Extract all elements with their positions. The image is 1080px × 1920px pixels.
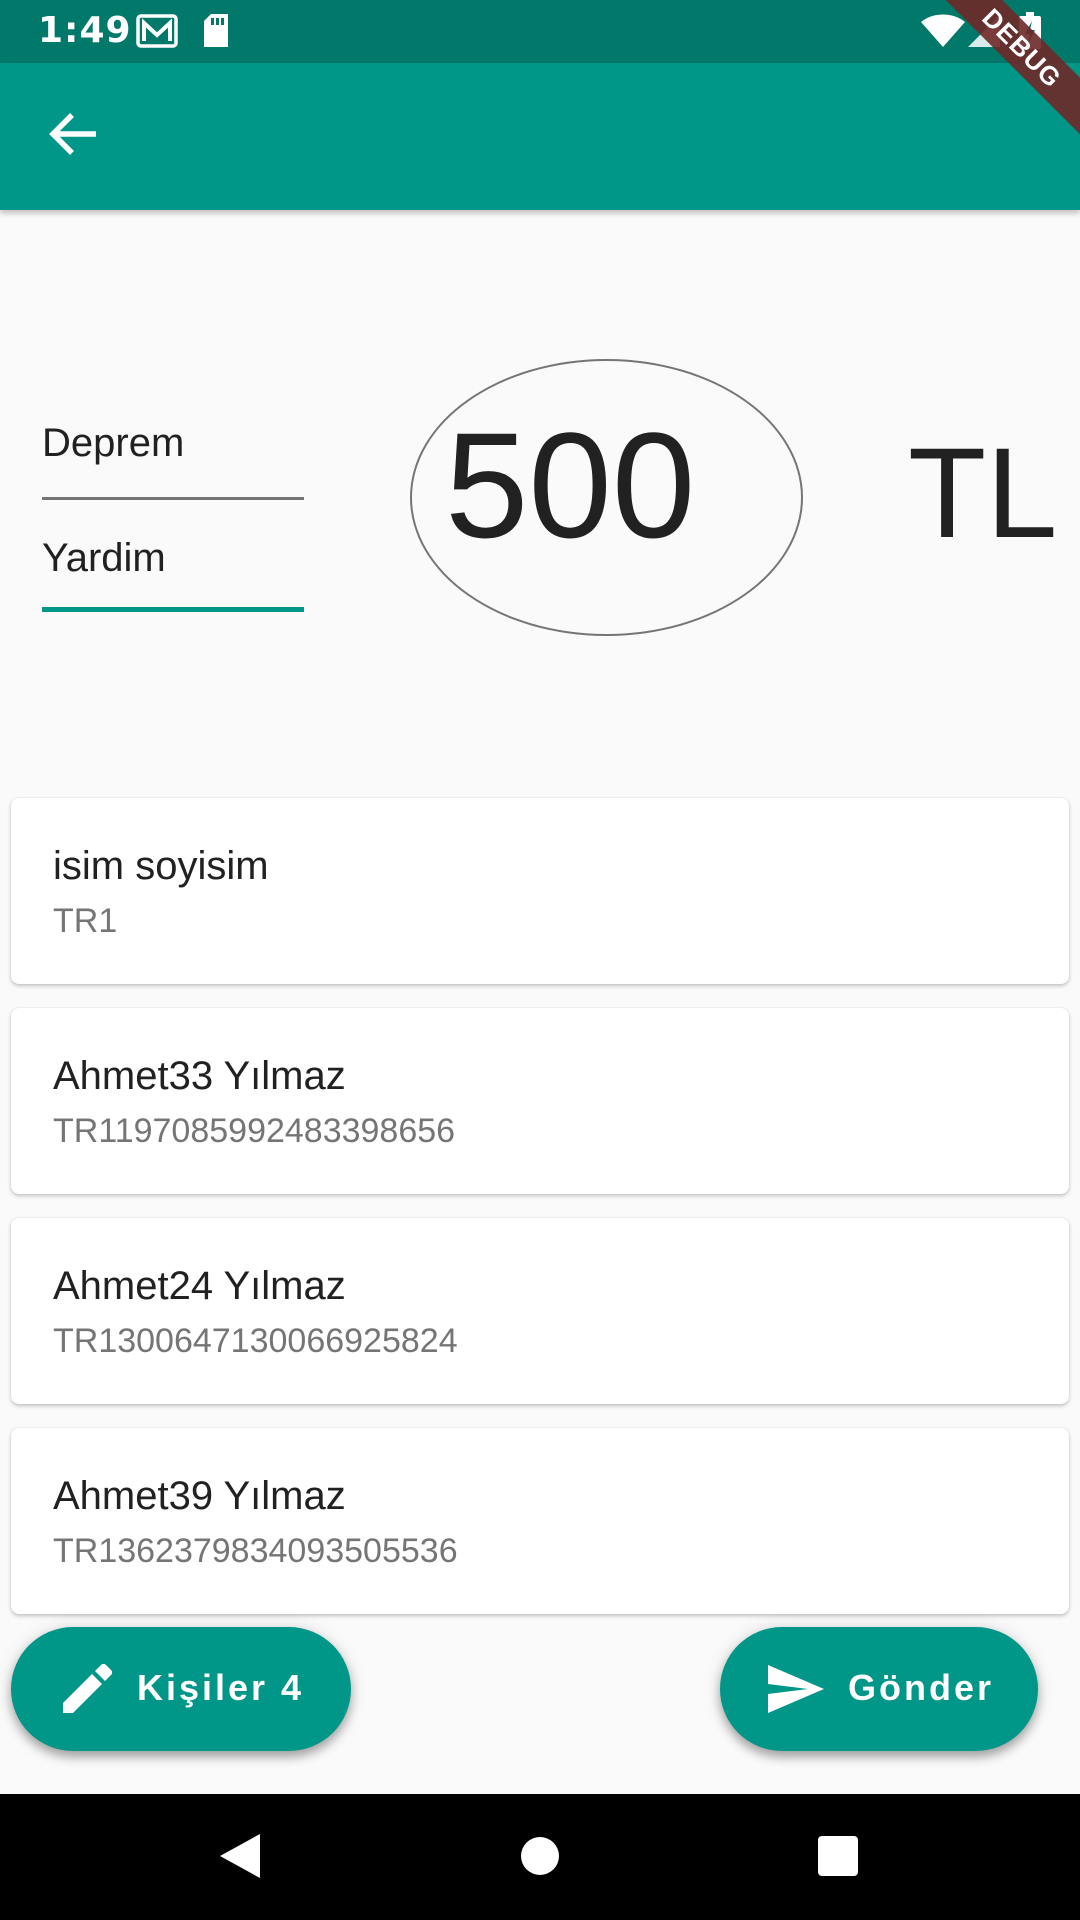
- back-triangle-icon: [180, 1832, 300, 1880]
- app-bar: [0, 63, 1080, 210]
- category-field[interactable]: Deprem: [42, 405, 304, 500]
- send-fab[interactable]: Gönder: [720, 1627, 1038, 1751]
- recipient-iban: TR1300647130066925824: [53, 1322, 458, 1360]
- recipient-iban: TR1362379834093505536: [53, 1532, 458, 1570]
- send-fab-label: Gönder: [848, 1667, 995, 1708]
- recipient-card[interactable]: isim soyisim TR1: [11, 798, 1069, 984]
- recipient-card[interactable]: Ahmet24 Yılmaz TR1300647130066925824: [11, 1218, 1069, 1404]
- home-circle-icon: [480, 1832, 600, 1880]
- category-field-value: Deprem: [42, 421, 185, 465]
- recents-square-icon: [778, 1832, 898, 1880]
- recipient-iban: TR1197085992483398656: [53, 1112, 456, 1150]
- amount-value: 500: [445, 401, 696, 569]
- type-field[interactable]: Yardim: [42, 520, 304, 612]
- sd-card-icon: [201, 12, 231, 50]
- pencil-icon: [61, 1663, 113, 1720]
- wifi-icon: [920, 14, 966, 48]
- gmail-icon: [136, 13, 178, 49]
- back-button[interactable]: [40, 103, 106, 169]
- status-bar: 1:49: [0, 0, 1080, 63]
- recipient-iban: TR1: [53, 902, 118, 940]
- contacts-fab-label: Kişiler 4: [137, 1667, 305, 1708]
- system-nav-bar: [0, 1794, 1080, 1920]
- status-time: 1:49: [38, 10, 132, 51]
- nav-recents-button[interactable]: [778, 1794, 898, 1920]
- nav-back-button[interactable]: [180, 1794, 300, 1920]
- nav-home-button[interactable]: [480, 1794, 600, 1920]
- recipient-card[interactable]: Ahmet33 Yılmaz TR1197085992483398656: [11, 1008, 1069, 1194]
- arrow-back-icon: [48, 111, 98, 162]
- send-icon: [766, 1663, 826, 1720]
- recipient-name: Ahmet33 Yılmaz: [53, 1054, 346, 1098]
- recipient-name: Ahmet24 Yılmaz: [53, 1264, 346, 1308]
- contacts-fab[interactable]: Kişiler 4: [11, 1627, 351, 1751]
- screen: 1:49 DEBUG Deprem Yardim 500 TL isim soy…: [0, 0, 1080, 1920]
- recipient-name: Ahmet39 Yılmaz: [53, 1474, 346, 1518]
- recipient-card[interactable]: Ahmet39 Yılmaz TR1362379834093505536: [11, 1428, 1069, 1614]
- type-field-value: Yardim: [42, 536, 166, 580]
- currency-label: TL: [908, 422, 1058, 565]
- recipient-name: isim soyisim: [53, 844, 269, 888]
